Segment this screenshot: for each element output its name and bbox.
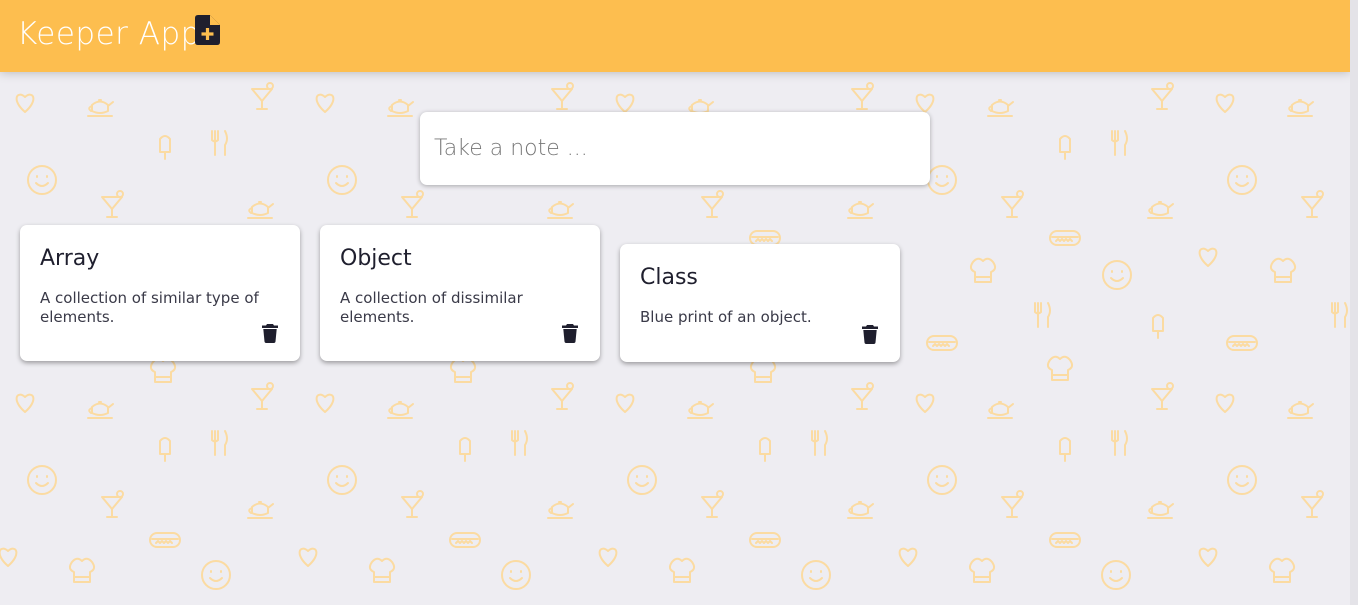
note-card: Class Blue print of an object. [620,244,900,362]
note-title: Object [340,246,412,271]
app-title: Keeper App [17,16,201,52]
note-title: Class [640,265,698,290]
trash-icon [862,325,878,344]
delete-note-button[interactable] [860,325,880,347]
note-title: Array [40,246,100,271]
note-content: Blue print of an object. [640,308,812,326]
trash-icon [262,324,278,343]
app-header: Keeper App [0,0,1350,72]
note-add-icon [195,15,220,45]
delete-note-button[interactable] [260,324,280,346]
note-input[interactable] [434,130,914,166]
note-card: Object A collection of dissimilar elemen… [320,225,600,361]
note-content: A collection of dissimilar elements. [340,289,523,326]
vertical-scrollbar[interactable] [1350,0,1358,605]
create-note-form [420,112,930,185]
note-content: A collection of similar type of elements… [40,289,259,326]
trash-icon [562,324,578,343]
delete-note-button[interactable] [560,324,580,346]
note-card: Array A collection of similar type of el… [20,225,300,361]
